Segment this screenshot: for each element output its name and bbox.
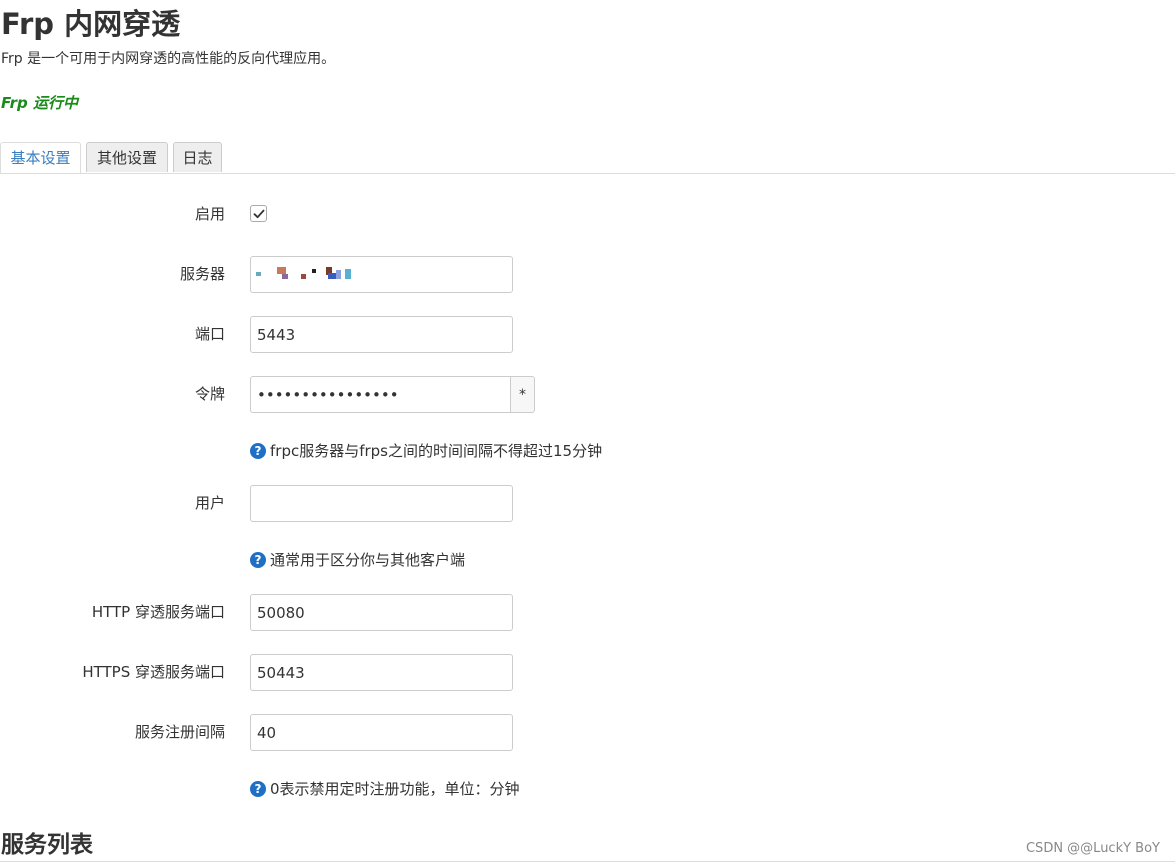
tab-other-settings[interactable]: 其他设置 — [86, 142, 168, 172]
token-input[interactable] — [250, 376, 511, 413]
section-title-service-list: 服务列表 — [1, 832, 93, 858]
register-interval-help-text: 0表示禁用定时注册功能，单位：分钟 — [270, 780, 520, 798]
section-divider — [0, 861, 1175, 862]
register-interval-label: 服务注册间隔 — [134, 723, 225, 741]
http-port-label: HTTP 穿透服务端口 — [91, 603, 225, 621]
tab-bar: 基本设置 其他设置 日志 — [0, 142, 1175, 174]
question-circle-icon: ? — [250, 781, 266, 797]
checkmark-icon — [253, 209, 265, 219]
http-port-input[interactable] — [250, 594, 513, 631]
redacted-server-value — [256, 265, 366, 281]
question-circle-icon: ? — [250, 443, 266, 459]
user-input[interactable] — [250, 485, 513, 522]
tab-basic-settings[interactable]: 基本设置 — [0, 142, 81, 173]
page-description: Frp 是一个可用于内网穿透的高性能的反向代理应用。 — [1, 51, 336, 67]
page: Frp 内网穿透 Frp 是一个可用于内网穿透的高性能的反向代理应用。 Frp … — [0, 0, 1175, 865]
reveal-password-button[interactable]: * — [510, 376, 535, 413]
token-help: ? frpc服务器与frps之间的时间间隔不得超过15分钟 — [250, 440, 602, 462]
port-label: 端口 — [194, 325, 225, 343]
page-title: Frp 内网穿透 — [1, 7, 181, 41]
user-label: 用户 — [194, 494, 225, 512]
https-port-label: HTTPS 穿透服务端口 — [82, 663, 225, 681]
server-label: 服务器 — [179, 265, 225, 283]
tab-log[interactable]: 日志 — [173, 142, 222, 172]
register-interval-input[interactable] — [250, 714, 513, 751]
token-help-text: frpc服务器与frps之间的时间间隔不得超过15分钟 — [270, 442, 603, 460]
enable-label: 启用 — [194, 205, 225, 223]
port-input[interactable] — [250, 316, 513, 353]
user-help: ? 通常用于区分你与其他客户端 — [250, 549, 465, 571]
watermark: CSDN @@LuckY BoY — [1025, 841, 1160, 856]
https-port-input[interactable] — [250, 654, 513, 691]
token-label: 令牌 — [194, 385, 225, 403]
enable-checkbox[interactable] — [250, 205, 267, 222]
register-interval-help: ? 0表示禁用定时注册功能，单位：分钟 — [250, 778, 520, 800]
question-circle-icon: ? — [250, 552, 266, 568]
running-status: Frp 运行中 — [1, 94, 78, 112]
user-help-text: 通常用于区分你与其他客户端 — [270, 551, 466, 569]
